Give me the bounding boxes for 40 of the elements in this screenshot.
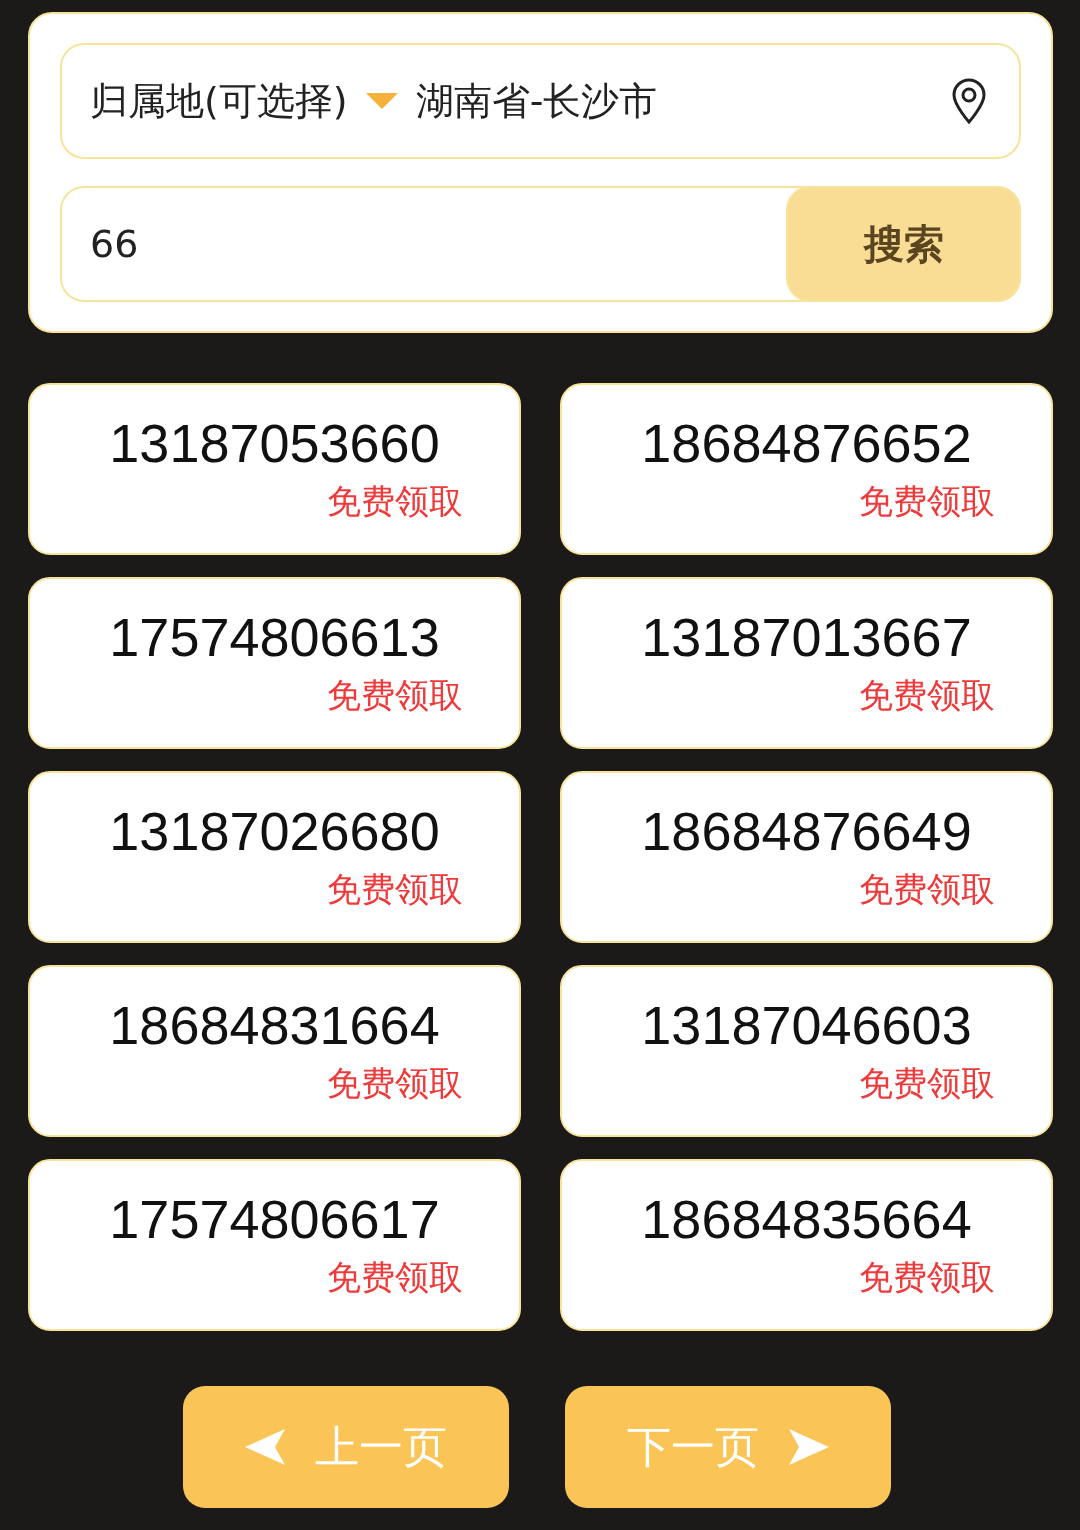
claim-link[interactable]: 免费领取 bbox=[327, 673, 463, 717]
claim-link[interactable]: 免费领取 bbox=[859, 1255, 995, 1299]
phone-number: 17574806617 bbox=[109, 1188, 440, 1251]
claim-link[interactable]: 免费领取 bbox=[859, 867, 995, 911]
claim-link[interactable]: 免费领取 bbox=[327, 867, 463, 911]
number-card[interactable]: 17574806613 免费领取 bbox=[28, 577, 521, 749]
location-selector[interactable]: 归属地(可选择) 湖南省-长沙市 bbox=[60, 43, 1021, 159]
number-card[interactable]: 18684876649 免费领取 bbox=[560, 771, 1053, 943]
search-button[interactable]: 搜索 bbox=[786, 186, 1021, 302]
phone-number: 17574806613 bbox=[109, 606, 440, 669]
phone-number: 18684876652 bbox=[641, 412, 972, 475]
claim-link[interactable]: 免费领取 bbox=[859, 479, 995, 523]
right-arrow-icon bbox=[786, 1427, 829, 1467]
location-value: 湖南省-长沙市 bbox=[415, 77, 659, 125]
search-field[interactable]: 66 搜索 bbox=[60, 186, 1021, 302]
left-arrow-icon bbox=[244, 1427, 287, 1467]
search-input[interactable]: 66 bbox=[90, 188, 786, 300]
number-card[interactable]: 13187013667 免费领取 bbox=[560, 577, 1053, 749]
number-card[interactable]: 13187046603 免费领取 bbox=[560, 965, 1053, 1137]
number-card[interactable]: 17574806617 免费领取 bbox=[28, 1159, 521, 1331]
number-card[interactable]: 18684876652 免费领取 bbox=[560, 383, 1053, 555]
number-card[interactable]: 18684835664 免费领取 bbox=[560, 1159, 1053, 1331]
claim-link[interactable]: 免费领取 bbox=[327, 479, 463, 523]
phone-number: 13187026680 bbox=[109, 800, 440, 863]
location-pin-icon[interactable] bbox=[951, 78, 987, 124]
phone-number: 18684835664 bbox=[641, 1188, 972, 1251]
dropdown-caret-icon bbox=[365, 91, 398, 111]
location-label: 归属地(可选择) bbox=[90, 77, 348, 125]
phone-number: 18684831664 bbox=[109, 994, 440, 1057]
number-card[interactable]: 18684831664 免费领取 bbox=[28, 965, 521, 1137]
phone-number: 13187053660 bbox=[109, 412, 440, 475]
phone-number: 13187046603 bbox=[641, 994, 972, 1057]
number-card[interactable]: 13187026680 免费领取 bbox=[28, 771, 521, 943]
phone-number: 13187013667 bbox=[641, 606, 972, 669]
claim-link[interactable]: 免费领取 bbox=[327, 1255, 463, 1299]
claim-link[interactable]: 免费领取 bbox=[859, 673, 995, 717]
phone-number: 18684876649 bbox=[641, 800, 972, 863]
claim-link[interactable]: 免费领取 bbox=[859, 1061, 995, 1105]
claim-link[interactable]: 免费领取 bbox=[327, 1061, 463, 1105]
number-card[interactable]: 13187053660 免费领取 bbox=[28, 383, 521, 555]
